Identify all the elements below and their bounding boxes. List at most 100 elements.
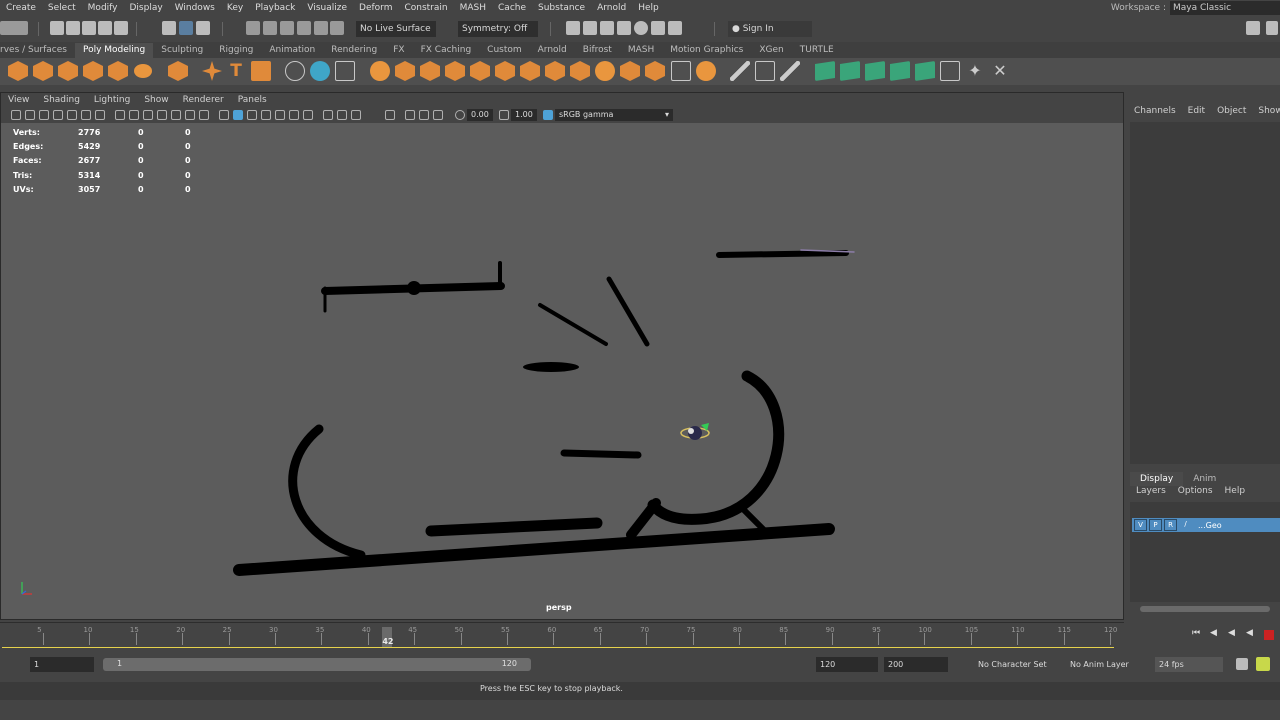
- new-scene-icon[interactable]: [50, 21, 64, 35]
- snap-grid-icon[interactable]: [246, 21, 260, 35]
- shadows-icon[interactable]: [247, 110, 257, 120]
- snap-live-icon[interactable]: [314, 21, 328, 35]
- play-backwards-icon[interactable]: ◀: [1246, 628, 1256, 638]
- layer-scrollbar[interactable]: [1140, 606, 1270, 612]
- layer-menu-help[interactable]: Help: [1225, 486, 1246, 496]
- menu-select[interactable]: Select: [41, 0, 76, 16]
- smooth-icon[interactable]: [420, 61, 440, 81]
- xray-icon[interactable]: [337, 110, 347, 120]
- loop-icon[interactable]: [1236, 658, 1248, 670]
- channel-box-menu-edit[interactable]: Edit: [1180, 106, 1209, 116]
- extrude-icon[interactable]: [545, 61, 565, 81]
- menu-deform[interactable]: Deform: [352, 0, 392, 16]
- smooth-shade-icon[interactable]: [185, 110, 195, 120]
- poly-torus-icon[interactable]: [83, 61, 103, 81]
- mesh-slash-left[interactable]: [538, 303, 608, 346]
- type-tool-icon[interactable]: T: [226, 61, 246, 81]
- poly-disc-icon[interactable]: [134, 64, 152, 78]
- field-chart-icon[interactable]: [129, 110, 139, 120]
- channel-box[interactable]: [1130, 122, 1280, 464]
- render-sequence-icon[interactable]: [583, 21, 597, 35]
- mesh-support-left[interactable]: [626, 498, 661, 540]
- channel-box-menu-show[interactable]: Show: [1250, 106, 1280, 116]
- poly-platonic-icon[interactable]: [168, 61, 188, 81]
- go-to-start-icon[interactable]: ⏮: [1192, 628, 1202, 638]
- stop-icon[interactable]: [1264, 630, 1274, 640]
- mesh-ellipse-disc[interactable]: [523, 362, 579, 372]
- arnold-render-icon[interactable]: [651, 21, 665, 35]
- select-by-object-icon[interactable]: [179, 21, 193, 35]
- mesh-slash-right[interactable]: [606, 276, 650, 347]
- menu-create[interactable]: Create: [0, 0, 36, 16]
- combine-icon[interactable]: [370, 61, 390, 81]
- snap-view-plane-icon[interactable]: [297, 21, 311, 35]
- xray-components-icon[interactable]: [385, 110, 395, 120]
- menu-windows[interactable]: Windows: [168, 0, 215, 16]
- viewport-menu-lighting[interactable]: Lighting: [87, 95, 137, 105]
- viewport-menu-panels[interactable]: Panels: [231, 95, 274, 105]
- poke-icon[interactable]: [696, 61, 716, 81]
- shelf-tab-rigging[interactable]: Rigging: [211, 43, 261, 58]
- snap-point-icon[interactable]: [280, 21, 294, 35]
- edge-flow-icon[interactable]: [840, 61, 860, 81]
- undo-icon[interactable]: [98, 21, 112, 35]
- film-gate-icon[interactable]: [81, 110, 91, 120]
- poly-cube-icon[interactable]: [33, 61, 53, 81]
- fps-dropdown[interactable]: 24 fps: [1155, 657, 1223, 672]
- insert-edge-loop-icon[interactable]: [671, 61, 691, 81]
- scatter-icon[interactable]: ✦: [965, 61, 985, 81]
- fill-hole-icon[interactable]: [620, 61, 640, 81]
- viewport-menu-view[interactable]: View: [1, 95, 36, 105]
- safe-action-icon[interactable]: [143, 110, 153, 120]
- range-start-field[interactable]: 1: [30, 657, 94, 672]
- motion-blur-icon[interactable]: [275, 110, 285, 120]
- shelf-tab-turtle[interactable]: TURTLE: [792, 43, 842, 58]
- symmetry-dropdown[interactable]: Symmetry: Off: [458, 21, 538, 37]
- step-back-key-icon[interactable]: ◀: [1210, 628, 1220, 638]
- render-settings-icon[interactable]: [617, 21, 631, 35]
- remesh-icon[interactable]: [470, 61, 490, 81]
- exposure-field[interactable]: 0.00: [467, 109, 493, 121]
- pause-icon[interactable]: [668, 21, 682, 35]
- auto-key-icon[interactable]: [1256, 657, 1270, 671]
- separate-icon[interactable]: [395, 61, 415, 81]
- viewport-menu-shading[interactable]: Shading: [36, 95, 87, 105]
- layer-visibility-toggle[interactable]: V: [1134, 519, 1147, 531]
- ambient-occlusion-icon[interactable]: [261, 110, 271, 120]
- select-by-component-icon[interactable]: [196, 21, 210, 35]
- mirror-icon[interactable]: [520, 61, 540, 81]
- viewport-menu-show[interactable]: Show: [137, 95, 175, 105]
- shelf-tab-xgen[interactable]: XGen: [751, 43, 791, 58]
- menu-help[interactable]: Help: [631, 0, 659, 16]
- color-management-icon[interactable]: [433, 110, 443, 120]
- menu-mash[interactable]: MASH: [453, 0, 486, 16]
- shelf-tab-sculpting[interactable]: Sculpting: [153, 43, 211, 58]
- textured-icon[interactable]: [219, 110, 229, 120]
- shelf-tab-rendering[interactable]: Rendering: [323, 43, 385, 58]
- select-by-hierarchy-icon[interactable]: [162, 21, 176, 35]
- viewport-3d[interactable]: Verts: 2776 0 0 Edges: 5429 0 0 Faces: 2…: [1, 123, 1123, 619]
- connect-icon[interactable]: [780, 61, 800, 81]
- svg-tool-icon[interactable]: [251, 61, 271, 81]
- boolean-icon[interactable]: [445, 61, 465, 81]
- channel-box-menu-channels[interactable]: Channels: [1126, 106, 1180, 116]
- mesh-bench-plank[interactable]: [425, 517, 603, 537]
- bookmark-icon[interactable]: [39, 110, 49, 120]
- menu-key[interactable]: Key: [220, 0, 243, 16]
- layer-playback-toggle[interactable]: P: [1149, 519, 1162, 531]
- shelf-tab-bifrost[interactable]: Bifrost: [575, 43, 620, 58]
- mesh-arc-right[interactable]: [647, 370, 785, 525]
- live-surface-field[interactable]: No Live Surface: [356, 21, 436, 37]
- shelf-tab-arnold[interactable]: Arnold: [530, 43, 575, 58]
- view-transform-icon[interactable]: [543, 110, 553, 120]
- mesh-ground-plank[interactable]: [233, 523, 835, 576]
- safe-title-icon[interactable]: [157, 110, 167, 120]
- merge-icon[interactable]: [645, 61, 665, 81]
- gamma-icon[interactable]: [499, 110, 509, 120]
- workspace-dropdown[interactable]: Maya Classic: [1170, 1, 1280, 15]
- spin-edge-icon[interactable]: ✕: [990, 61, 1010, 81]
- depth-of-field-icon[interactable]: [303, 110, 313, 120]
- ipr-render-icon[interactable]: [600, 21, 614, 35]
- bevel-icon[interactable]: [595, 61, 615, 81]
- toggle-panel-icon[interactable]: [1246, 21, 1260, 35]
